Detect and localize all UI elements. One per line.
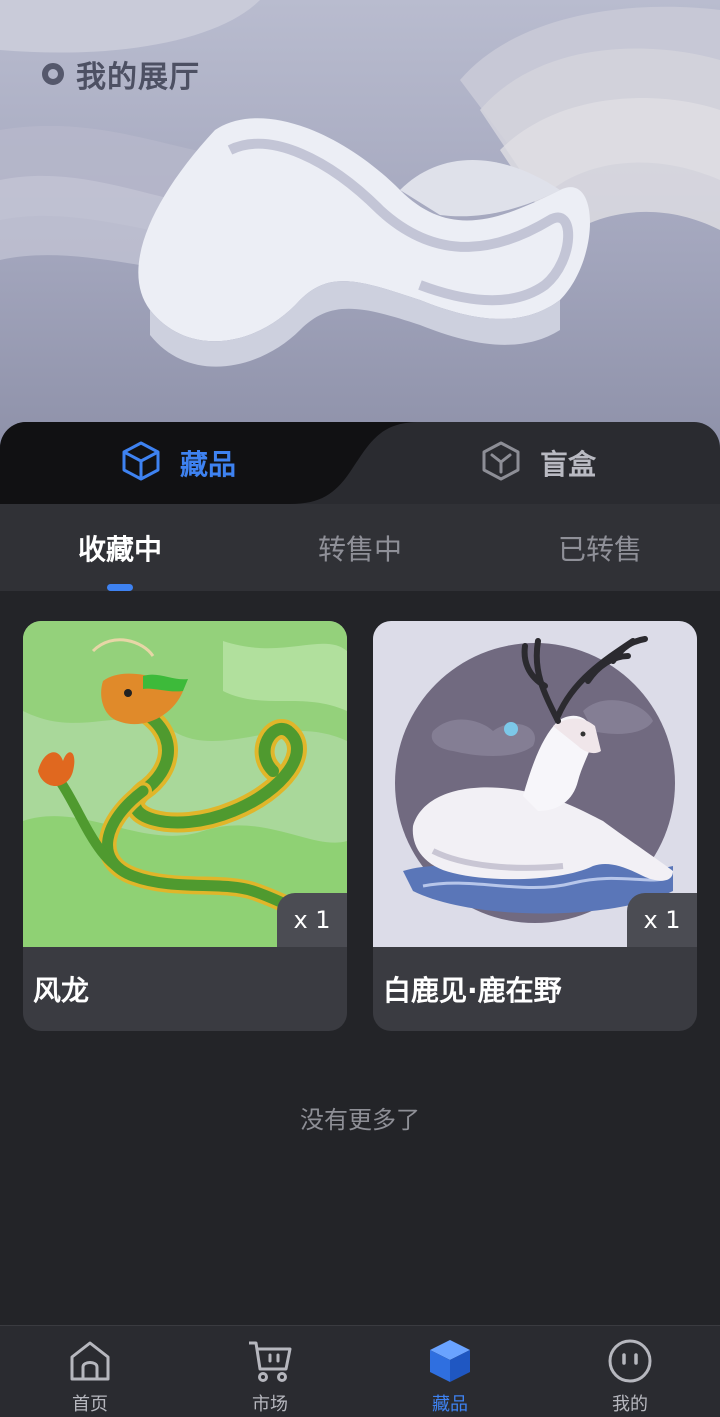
ring-icon: [42, 63, 64, 85]
top-tabs: 藏品 盲盒: [0, 422, 720, 504]
tab-collectibles[interactable]: 藏品: [120, 422, 236, 504]
cube-icon: [425, 1336, 475, 1386]
subtab-reselling-label: 转售中: [317, 532, 402, 566]
subtab-holding-label: 收藏中: [77, 532, 162, 566]
nav-market-label: 市场: [252, 1394, 288, 1415]
home-icon: [65, 1336, 115, 1386]
active-tab-shape: [0, 422, 420, 504]
collection-card[interactable]: x 1 风龙: [23, 621, 347, 1031]
bottom-nav: 首页 市场 藏品 我的: [0, 1325, 720, 1417]
subtab-resold-label: 已转售: [557, 532, 642, 566]
hero-banner: 我的展厅: [0, 0, 720, 450]
cart-icon: [245, 1336, 295, 1386]
card-title: 白鹿见·鹿在野: [383, 974, 562, 1007]
quantity-badge: x 1: [277, 893, 347, 947]
nav-home[interactable]: 首页: [0, 1326, 180, 1417]
nav-home-label: 首页: [72, 1394, 108, 1415]
sub-tabs: 收藏中 转售中 已转售: [0, 504, 720, 591]
nav-market[interactable]: 市场: [180, 1326, 360, 1417]
nav-collection-label: 藏品: [432, 1394, 468, 1415]
tab-collectibles-label: 藏品: [180, 448, 237, 481]
subtab-resold[interactable]: 已转售: [480, 504, 720, 591]
face-icon: [605, 1336, 655, 1386]
quantity-badge: x 1: [627, 893, 697, 947]
collection-card[interactable]: x 1 白鹿见·鹿在野: [373, 621, 697, 1031]
hero-title: 我的展厅: [42, 52, 200, 96]
nav-profile-label: 我的: [612, 1394, 648, 1415]
cube-icon: [120, 440, 162, 486]
tab-blind-box[interactable]: 盲盒: [480, 422, 596, 504]
no-more-text: 没有更多了: [300, 1106, 420, 1134]
nav-collection[interactable]: 藏品: [360, 1326, 540, 1417]
nav-profile[interactable]: 我的: [540, 1326, 720, 1417]
hero-title-text: 我的展厅: [76, 60, 200, 95]
tab-blind-box-label: 盲盒: [540, 448, 597, 481]
subtab-reselling[interactable]: 转售中: [240, 504, 480, 591]
card-title: 风龙: [33, 974, 90, 1007]
subtab-holding[interactable]: 收藏中: [0, 504, 240, 591]
hexagon-box-icon: [480, 440, 522, 486]
active-tab-indicator: [107, 584, 133, 591]
